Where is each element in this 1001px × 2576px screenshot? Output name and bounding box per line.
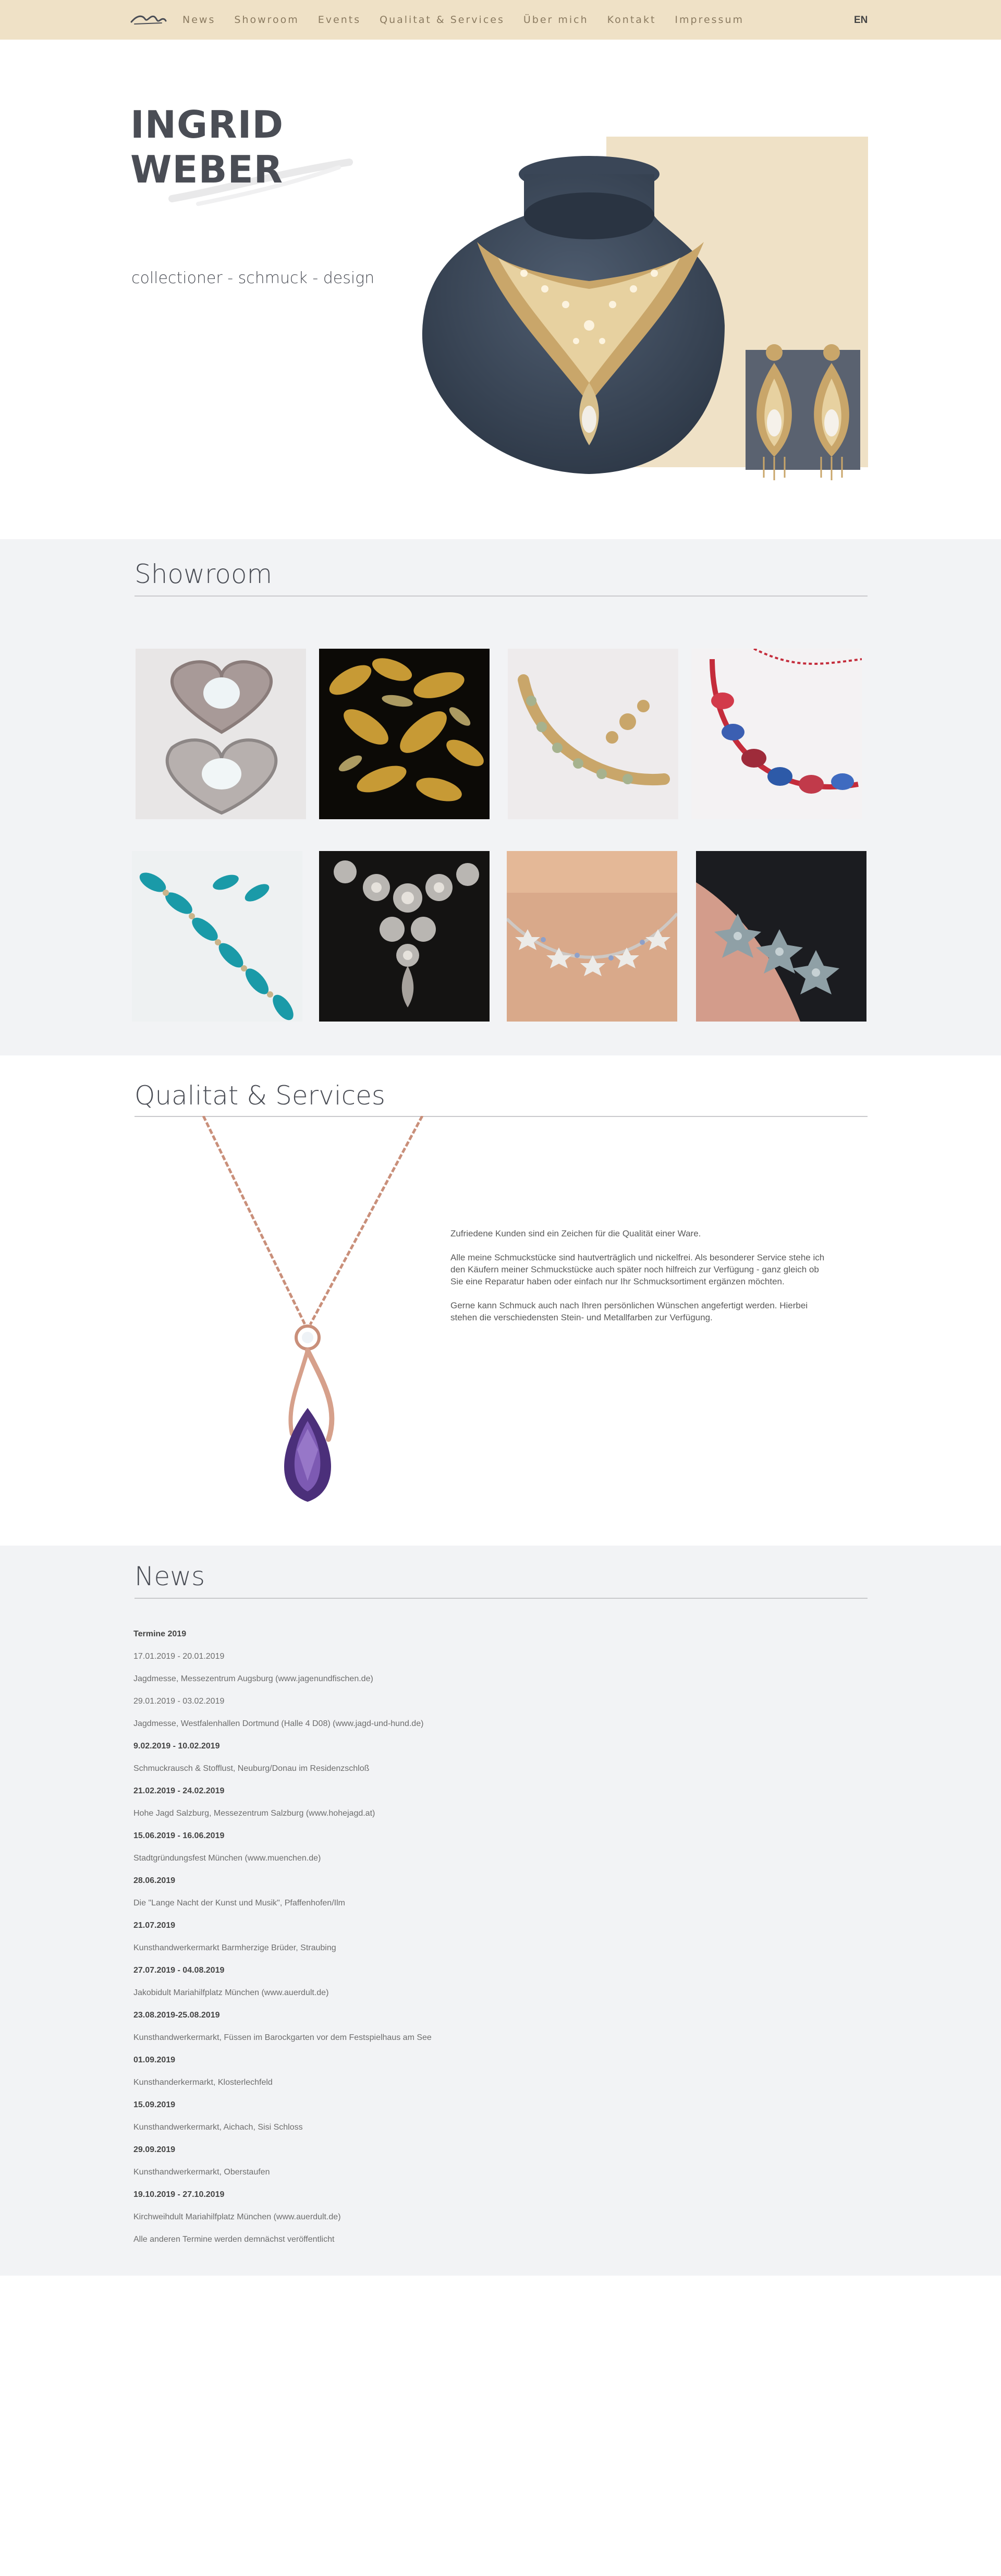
news-date-row: 28.06.2019 bbox=[133, 1876, 176, 1885]
nav-link-qualitat-services[interactable]: Qualitat & Services bbox=[380, 14, 505, 26]
news-date-row: 21.07.2019 bbox=[133, 1921, 176, 1930]
news-date-row: 01.09.2019 bbox=[133, 2056, 176, 2064]
qualitat-text: Zufriedene Kunden sind ein Zeichen für d… bbox=[450, 1228, 826, 1335]
gallery-tile-colored-gem-necklace[interactable] bbox=[691, 649, 862, 819]
news-divider bbox=[135, 1598, 868, 1599]
brand-name-line1: INGRID bbox=[130, 103, 284, 147]
qualitat-heading: Qualitat & Services bbox=[135, 1080, 385, 1111]
nav-link-news[interactable]: News bbox=[182, 14, 215, 26]
news-event-row: Kunsthandwerkermarkt, Füssen im Barockga… bbox=[133, 2033, 432, 2042]
news-date-row: 15.09.2019 bbox=[133, 2100, 176, 2109]
news-event-row: 17.01.2019 - 20.01.2019 bbox=[133, 1652, 225, 1661]
nav-link-kontakt[interactable]: Kontakt bbox=[607, 14, 656, 26]
gallery-tile-gold-crystal-necklace[interactable] bbox=[508, 649, 678, 819]
news-event-row: Jagdmesse, Messezentrum Augsburg (www.ja… bbox=[133, 1674, 373, 1683]
news-date-row: 9.02.2019 - 10.02.2019 bbox=[133, 1742, 220, 1751]
news-date-row: 19.10.2019 - 27.10.2019 bbox=[133, 2190, 225, 2199]
news-event-row: Die "Lange Nacht der Kunst und Musik", P… bbox=[133, 1899, 345, 1907]
gallery-tile-gold-leaf-necklace[interactable] bbox=[319, 649, 490, 819]
signature-logo-icon[interactable] bbox=[130, 11, 167, 27]
nav-link-impressum[interactable]: Impressum bbox=[675, 14, 744, 26]
news-event-row: Jagdmesse, Westfalenhallen Dortmund (Hal… bbox=[133, 1719, 424, 1728]
news-date-row: 21.02.2019 - 24.02.2019 bbox=[133, 1787, 225, 1795]
hero-section: INGRID WEBER collectioner - schmuck - de… bbox=[0, 40, 1001, 539]
showroom-heading: Showroom bbox=[135, 559, 273, 589]
nav-link-showroom[interactable]: Showroom bbox=[234, 14, 299, 26]
news-event-row: Jakobidult Mariahilfplatz München (www.a… bbox=[133, 1988, 329, 1997]
news-event-row: Alle anderen Termine werden demnächst ve… bbox=[133, 2235, 335, 2244]
qualitat-services-section: Qualitat & Services Zufriedene Kunden si… bbox=[0, 1055, 1001, 1546]
gallery-tile-silver-floral-necklace[interactable] bbox=[319, 851, 490, 1022]
news-event-row: Kunsthandwerkermarkt, Aichach, Sisi Schl… bbox=[133, 2123, 303, 2132]
nav-link-events[interactable]: Events bbox=[318, 14, 361, 26]
main-menu: News Showroom Events Qualitat & Services… bbox=[182, 14, 763, 26]
gallery-tile-silver-heart-brooch[interactable] bbox=[136, 649, 306, 819]
news-date-row: 27.07.2019 - 04.08.2019 bbox=[133, 1966, 225, 1975]
qualitat-paragraph-1: Zufriedene Kunden sind ein Zeichen für d… bbox=[450, 1229, 701, 1238]
news-event-row: 29.01.2019 - 03.02.2019 bbox=[133, 1697, 225, 1706]
news-section: News Termine 2019 17.01.2019 - 20.01.2019… bbox=[0, 1546, 1001, 2276]
qualitat-paragraph-2: Alle meine Schmuckstücke sind hautverträ… bbox=[450, 1253, 825, 1286]
showroom-divider bbox=[135, 596, 868, 597]
showroom-section: Showroom bbox=[0, 539, 1001, 1055]
nav-link-uber-mich[interactable]: Über mich bbox=[523, 14, 589, 26]
language-switch[interactable]: EN bbox=[854, 15, 868, 26]
top-navigation: News Showroom Events Qualitat & Services… bbox=[0, 0, 1001, 40]
gallery-tile-edelweiss-bracelet[interactable] bbox=[696, 851, 866, 1022]
brand-name-line2: WEBER bbox=[130, 148, 284, 191]
news-date-row: 15.06.2019 - 16.06.2019 bbox=[133, 1831, 225, 1840]
news-event-row: Hohe Jagd Salzburg, Messezentrum Salzbur… bbox=[133, 1809, 375, 1818]
news-date-row: 29.09.2019 bbox=[133, 2145, 176, 2154]
amethyst-pendant-image bbox=[202, 1116, 424, 1502]
news-event-row: Kirchweihdult Mariahilfplatz München (ww… bbox=[133, 2213, 341, 2221]
page-bottom-space bbox=[0, 2276, 1001, 2576]
news-event-row: Kunsthanderkermarkt, Klosterlechfeld bbox=[133, 2078, 273, 2087]
gallery-tile-turquoise-necklace[interactable] bbox=[132, 851, 302, 1022]
news-event-row: Stadtgründungsfest München (www.muenchen… bbox=[133, 1854, 321, 1863]
hero-tagline: collectioner - schmuck - design bbox=[131, 269, 375, 287]
news-heading: News bbox=[135, 1561, 205, 1591]
news-event-row: Schmuckrausch & Stofflust, Neuburg/Donau… bbox=[133, 1764, 370, 1773]
hero-earrings-image bbox=[746, 344, 860, 480]
brand-name: INGRID WEBER bbox=[130, 102, 284, 192]
news-date-row: Termine 2019 bbox=[133, 1630, 187, 1638]
news-event-row: Kunsthandwerkermarkt Barmherzige Brüder,… bbox=[133, 1943, 336, 1952]
gallery-tile-star-necklace[interactable] bbox=[507, 851, 677, 1022]
news-event-row: Kunsthandwerkermarkt, Oberstaufen bbox=[133, 2168, 270, 2177]
qualitat-paragraph-3: Gerne kann Schmuck auch nach Ihren persö… bbox=[450, 1301, 808, 1322]
news-list: Termine 2019 17.01.2019 - 20.01.2019 Jagdm… bbox=[133, 1629, 655, 2257]
hero-necklace-image bbox=[422, 156, 725, 474]
news-date-row: 23.08.2019-25.08.2019 bbox=[133, 2011, 220, 2020]
